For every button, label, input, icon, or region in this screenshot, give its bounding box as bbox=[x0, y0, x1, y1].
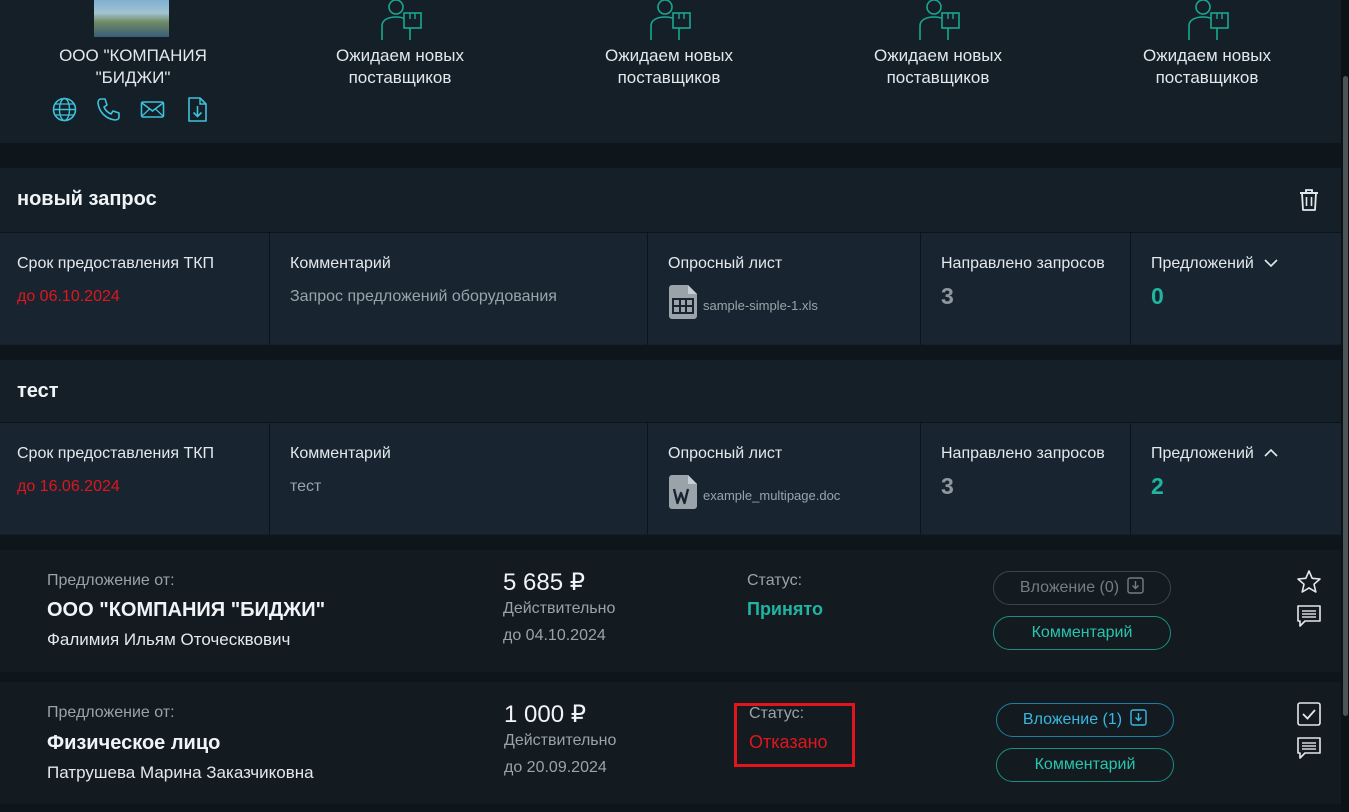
status-label: Статус: bbox=[747, 572, 803, 589]
deadline-cell: Срок предоставления ТКП до 06.10.2024 bbox=[0, 233, 270, 345]
questionnaire-cell: Опросный лист sample-simple-1.xls bbox=[648, 233, 921, 345]
spreadsheet-file-icon[interactable] bbox=[669, 285, 697, 319]
word-file-icon[interactable] bbox=[669, 475, 697, 509]
trash-icon[interactable] bbox=[1296, 187, 1322, 213]
offers-count: 0 bbox=[1151, 283, 1164, 309]
request-card: новый запрос Срок предоставления ТКП до … bbox=[0, 168, 1341, 345]
questionnaire-cell: Опросный лист example_multipage.doc bbox=[648, 423, 921, 535]
deadline-label: Срок предоставления ТКП bbox=[17, 445, 215, 462]
request-title: тест bbox=[17, 380, 59, 402]
star-icon[interactable] bbox=[1296, 569, 1322, 595]
questionnaire-label: Опросный лист bbox=[668, 255, 783, 272]
comment-label: Комментарий bbox=[290, 445, 391, 462]
waiting-suppliers-text: Ожидаем новых поставщиков bbox=[605, 46, 733, 87]
proposal-valid-label: Действительно bbox=[503, 600, 616, 617]
request-title: новый запрос bbox=[17, 188, 157, 210]
download-icon bbox=[1127, 577, 1144, 599]
offers-cell[interactable]: Предложений 0 bbox=[1131, 233, 1341, 345]
proposal-org: ООО "КОМПАНИЯ "БИДЖИ" bbox=[47, 599, 326, 621]
supplier-placeholder-icon bbox=[374, 0, 426, 40]
proposal-valid-until: до 20.09.2024 bbox=[504, 759, 607, 776]
request-details-row: Срок предоставления ТКП до 06.10.2024 Ко… bbox=[0, 232, 1341, 345]
questionnaire-file-name[interactable]: sample-simple-1.xls bbox=[703, 298, 818, 313]
proposal-valid-until: до 04.10.2024 bbox=[503, 627, 606, 644]
comment-cell: Комментарий Запрос предложений оборудова… bbox=[270, 233, 648, 345]
questionnaire-file-name[interactable]: example_multipage.doc bbox=[703, 488, 840, 503]
sent-requests-count: 3 bbox=[941, 283, 954, 309]
offers-toggle[interactable]: Предложений bbox=[1151, 255, 1278, 273]
supplier-contact-icons bbox=[51, 96, 231, 124]
supplier-name: ООО "КОМПАНИЯ "БИДЖИ" bbox=[59, 46, 207, 87]
supplier-placeholder-icon bbox=[643, 0, 695, 40]
waiting-suppliers-text: Ожидаем новых поставщиков bbox=[336, 46, 464, 87]
sent-requests-count: 3 bbox=[941, 473, 954, 499]
offers-label: Предложений bbox=[1151, 445, 1254, 463]
sent-requests-cell: Направлено запросов 3 bbox=[921, 423, 1131, 535]
deadline-cell: Срок предоставления ТКП до 16.06.2024 bbox=[0, 423, 270, 535]
sent-requests-label: Направлено запросов bbox=[941, 445, 1105, 462]
proposal-from-label: Предложение от: bbox=[47, 704, 175, 721]
suppliers-strip: ООО "КОМПАНИЯ "БИДЖИ" Ожидаем новых поста… bbox=[0, 0, 1341, 143]
proposal-card: Предложение от: ООО "КОМПАНИЯ "БИДЖИ" Фа… bbox=[0, 550, 1341, 672]
comment-label: Комментарий bbox=[290, 255, 391, 272]
mail-icon[interactable] bbox=[139, 96, 166, 128]
proposal-card: Предложение от: Физическое лицо Патрушев… bbox=[0, 682, 1341, 804]
chat-icon[interactable] bbox=[1296, 603, 1322, 629]
sent-requests-label: Направлено запросов bbox=[941, 255, 1105, 272]
attachment-button[interactable]: Вложение (1) bbox=[996, 703, 1174, 737]
waiting-suppliers-text: Ожидаем новых поставщиков bbox=[1143, 46, 1271, 87]
deadline-label: Срок предоставления ТКП bbox=[17, 255, 215, 272]
proposal-contact-person: Фалимия Ильям Оточесквович bbox=[47, 630, 291, 649]
deadline-value: до 16.06.2024 bbox=[17, 478, 120, 495]
comment-button[interactable]: Комментарий bbox=[996, 748, 1174, 782]
download-icon bbox=[1130, 709, 1147, 731]
offers-count: 2 bbox=[1151, 473, 1164, 499]
chevron-down-icon[interactable] bbox=[1264, 255, 1278, 273]
comment-value: тест bbox=[290, 478, 322, 495]
status-highlight-box bbox=[734, 703, 855, 767]
status-value: Принято bbox=[747, 599, 823, 619]
proposal-price: 5 685 ₽ bbox=[503, 569, 585, 596]
chevron-up-icon[interactable] bbox=[1264, 445, 1278, 463]
comment-button[interactable]: Комментарий bbox=[993, 616, 1171, 650]
attachment-button-label: Вложение (1) bbox=[1022, 711, 1123, 728]
proposal-price: 1 000 ₽ bbox=[504, 701, 586, 728]
offers-toggle[interactable]: Предложений bbox=[1151, 445, 1278, 463]
supplier-placeholder-icon bbox=[1181, 0, 1233, 40]
proposal-contact-person: Патрушева Марина Заказчиковна bbox=[47, 763, 314, 782]
proposal-org: Физическое лицо bbox=[47, 732, 221, 754]
download-file-icon[interactable] bbox=[185, 96, 209, 128]
deadline-value: до 06.10.2024 bbox=[17, 288, 120, 305]
questionnaire-label: Опросный лист bbox=[668, 445, 783, 462]
supplier-placeholder-icon bbox=[912, 0, 964, 40]
scrollbar-thumb[interactable] bbox=[1343, 76, 1348, 716]
proposal-from-label: Предложение от: bbox=[47, 572, 175, 589]
comment-value: Запрос предложений оборудования bbox=[290, 288, 557, 305]
globe-icon[interactable] bbox=[51, 96, 78, 128]
offers-label: Предложений bbox=[1151, 255, 1254, 273]
comment-cell: Комментарий тест bbox=[270, 423, 648, 535]
offers-cell[interactable]: Предложений 2 bbox=[1131, 423, 1341, 535]
checkbox-checked-icon[interactable] bbox=[1296, 701, 1322, 727]
attachment-button[interactable]: Вложение (0) bbox=[993, 571, 1171, 605]
chat-icon[interactable] bbox=[1296, 735, 1322, 761]
request-details-row: Срок предоставления ТКП до 16.06.2024 Ко… bbox=[0, 422, 1341, 535]
waiting-suppliers-text: Ожидаем новых поставщиков bbox=[874, 46, 1002, 87]
request-card: тест Срок предоставления ТКП до 16.06.20… bbox=[0, 360, 1341, 535]
proposal-valid-label: Действительно bbox=[504, 732, 617, 749]
sent-requests-cell: Направлено запросов 3 bbox=[921, 233, 1131, 345]
phone-icon[interactable] bbox=[95, 96, 122, 128]
company-photo bbox=[94, 0, 169, 37]
attachment-button-label: Вложение (0) bbox=[1019, 579, 1120, 596]
